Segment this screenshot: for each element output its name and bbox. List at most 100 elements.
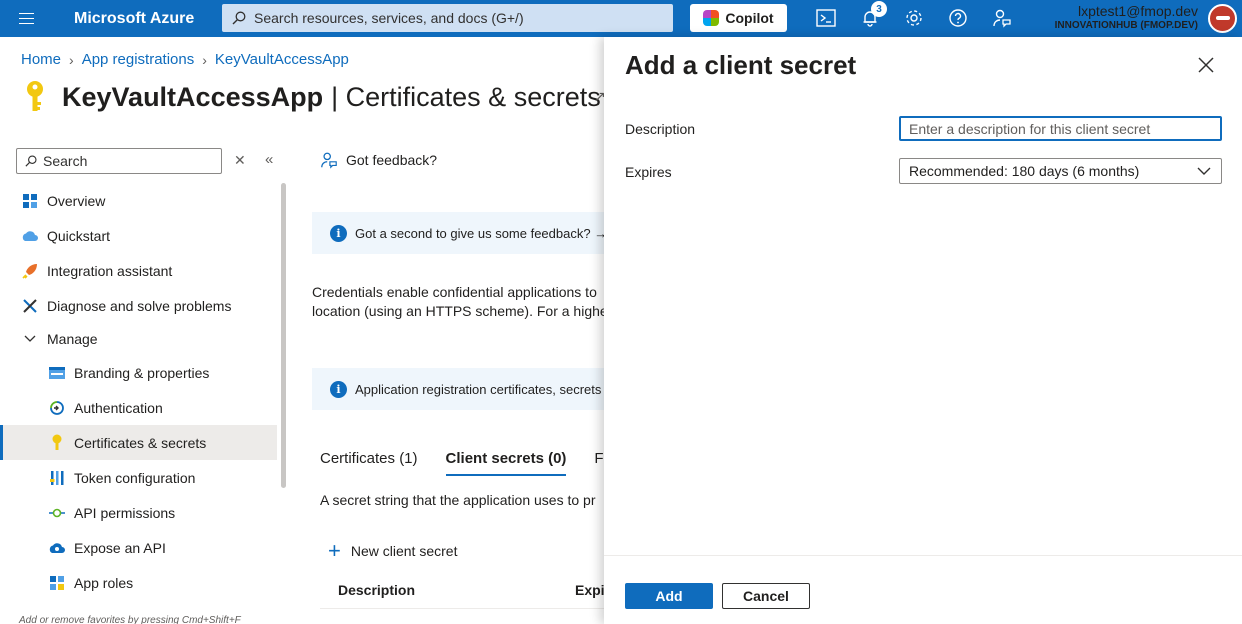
avatar[interactable]: [1208, 4, 1237, 33]
nav-item-label: Expose an API: [74, 539, 166, 556]
rocket-icon: [21, 262, 39, 280]
copilot-label: Copilot: [725, 10, 774, 26]
nav-item-overview[interactable]: Overview: [0, 183, 277, 218]
nav-item-token-configuration[interactable]: Token configuration: [0, 460, 277, 495]
branding-icon: [48, 364, 66, 382]
nav-item-label: App roles: [74, 574, 134, 591]
expires-value: Recommended: 180 days (6 months): [909, 163, 1140, 179]
nav-item-label: API permissions: [74, 504, 176, 521]
copilot-button[interactable]: Copilot: [690, 4, 787, 32]
breadcrumb-app-registrations[interactable]: App registrations: [82, 51, 195, 68]
feedback-banner[interactable]: i Got a second to give us some feedback?…: [312, 212, 612, 254]
credentials-line-1: Credentials enable confidential applicat…: [312, 284, 597, 300]
description-label: Description: [625, 121, 696, 137]
info-icon: i: [330, 224, 347, 242]
resource-menu: Overview Quickstart Integration assistan…: [0, 183, 277, 600]
key-icon: [48, 434, 66, 452]
credentials-line-2: location (using an HTTPS scheme). For a …: [312, 303, 608, 319]
nav-item-label: Manage: [47, 331, 98, 347]
global-search-input[interactable]: Search resources, services, and docs (G+…: [222, 4, 673, 32]
nav-item-app-roles[interactable]: App roles: [0, 565, 277, 600]
nav-item-label: Branding & properties: [74, 364, 210, 381]
quickstart-icon: [21, 227, 39, 245]
breadcrumb-separator-icon: ›: [202, 51, 207, 68]
help-icon[interactable]: [946, 6, 970, 30]
chevron-down-icon: [21, 330, 39, 348]
clear-search-icon[interactable]: ✕: [234, 152, 246, 169]
secrets-table-header: Description Expi: [320, 582, 605, 609]
expires-label: Expires: [625, 164, 672, 180]
panel-title: Add a client secret: [625, 50, 857, 80]
cloud-shell-icon[interactable]: [814, 6, 838, 30]
account-email: lxptest1@fmop.dev: [1077, 3, 1198, 19]
description-placeholder: Enter a description for this client secr…: [909, 120, 1151, 137]
account-tenant: INNOVATIONHUB (FMOP.DEV): [1054, 19, 1198, 31]
overview-icon: [21, 192, 39, 210]
settings-icon[interactable]: [902, 6, 926, 30]
notification-badge: 3: [871, 1, 887, 17]
tab-certificates[interactable]: Certificates (1): [320, 450, 418, 476]
add-button[interactable]: Add: [625, 583, 713, 609]
nav-item-label: Certificates & secrets: [74, 434, 207, 451]
breadcrumb-separator-icon: ›: [69, 51, 74, 68]
account-menu[interactable]: lxptest1@fmop.dev INNOVATIONHUB (FMOP.DE…: [1055, 3, 1198, 32]
copilot-icon: [703, 10, 720, 26]
credentials-description: Credentials enable confidential applicat…: [312, 283, 608, 321]
new-client-secret-label: New client secret: [350, 543, 458, 559]
chevron-down-icon: [1197, 167, 1211, 175]
nav-search-placeholder: Search: [43, 153, 88, 169]
page-title-section: | Certificates & secrets: [331, 81, 601, 112]
nav-item-label: Token configuration: [74, 469, 196, 486]
page-title-app: KeyVaultAccessApp: [62, 81, 324, 112]
token-icon: [48, 469, 66, 487]
nav-item-label: Authentication: [74, 399, 163, 416]
breadcrumb: Home › App registrations › KeyVaultAcces…: [21, 51, 349, 68]
api-permissions-icon: [48, 504, 66, 522]
info-banner-text: Application registration certificates, s…: [355, 381, 602, 397]
cancel-button[interactable]: Cancel: [722, 583, 810, 609]
breadcrumb-app[interactable]: KeyVaultAccessApp: [215, 51, 349, 68]
column-expires: Expi: [575, 582, 605, 598]
nav-item-label: Integration assistant: [47, 262, 173, 279]
nav-item-diagnose[interactable]: Diagnose and solve problems: [0, 288, 277, 323]
nav-item-label: Quickstart: [47, 227, 111, 244]
hamburger-icon[interactable]: [0, 0, 52, 37]
nav-item-label: Diagnose and solve problems: [47, 297, 232, 314]
info-icon: i: [330, 380, 347, 398]
collapse-nav-icon[interactable]: «: [265, 151, 273, 168]
description-input[interactable]: Enter a description for this client secr…: [899, 116, 1222, 141]
nav-item-quickstart[interactable]: Quickstart: [0, 218, 277, 253]
nav-search-input[interactable]: Search: [16, 148, 222, 174]
feedback-icon[interactable]: [990, 6, 1014, 30]
nav-item-expose-api[interactable]: Expose an API: [0, 530, 277, 565]
add-client-secret-panel: Add a client secret Description Enter a …: [604, 37, 1242, 624]
nav-item-authentication[interactable]: Authentication: [0, 390, 277, 425]
page-title: KeyVaultAccessApp | Certificates & secre…: [22, 80, 601, 114]
cloud-icon: [48, 539, 66, 557]
search-icon: [25, 155, 37, 167]
plus-icon: +: [328, 538, 341, 563]
column-description: Description: [338, 582, 416, 598]
brand-title[interactable]: Microsoft Azure: [74, 10, 224, 28]
nav-scrollbar[interactable]: [281, 183, 286, 488]
got-feedback-button[interactable]: Got feedback?: [320, 151, 437, 169]
nav-group-manage[interactable]: Manage: [0, 323, 277, 355]
expires-select[interactable]: Recommended: 180 days (6 months): [899, 158, 1222, 184]
close-icon[interactable]: [1198, 55, 1214, 77]
nav-item-branding[interactable]: Branding & properties: [0, 355, 277, 390]
search-icon: [232, 11, 246, 25]
nav-item-api-permissions[interactable]: API permissions: [0, 495, 277, 530]
favorites-hint: Add or remove favorites by pressing Cmd+…: [19, 615, 241, 624]
global-search-placeholder: Search resources, services, and docs (G+…: [254, 10, 524, 26]
nav-item-integration-assistant[interactable]: Integration assistant: [0, 253, 277, 288]
wrench-icon: [21, 297, 39, 315]
nav-item-certificates-secrets[interactable]: Certificates & secrets: [0, 425, 277, 460]
breadcrumb-home[interactable]: Home: [21, 51, 61, 68]
feedback-banner-text: Got a second to give us some feedback? →: [355, 225, 608, 241]
feedback-icon: [321, 152, 337, 169]
secrets-tabs: Certificates (1) Client secrets (0) Fe: [320, 450, 612, 476]
new-client-secret-button[interactable]: + New client secret: [328, 538, 458, 563]
panel-footer: Add Cancel: [604, 555, 1242, 624]
client-secret-description: A secret string that the application use…: [320, 492, 596, 508]
tab-client-secrets[interactable]: Client secrets (0): [445, 450, 567, 476]
